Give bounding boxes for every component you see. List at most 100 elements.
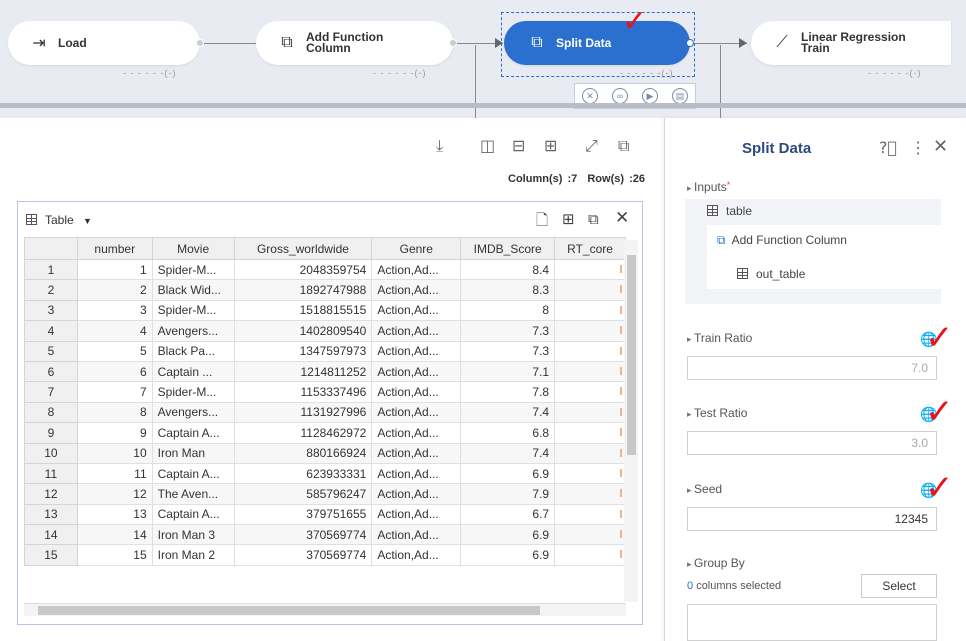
table-cell[interactable]: Spider-M... — [151, 381, 235, 403]
table-row[interactable]: 14 14 Iron Man 3 370569774 Action,Ad... 6.9 — [24, 524, 626, 546]
vertical-scrollbar[interactable] — [624, 240, 638, 602]
table-cell[interactable]: Avengers... — [151, 401, 235, 424]
table-cell[interactable]: 7.8 — [460, 381, 556, 403]
row-number[interactable]: 12 — [24, 483, 78, 505]
column-header[interactable] — [24, 237, 78, 260]
row-number[interactable]: 1 — [24, 258, 78, 281]
table-row[interactable]: 5 5 Black Pa... 1347597973 Action,Ad... 7.3 — [24, 340, 626, 362]
new-document-icon[interactable]: 🗋 — [536, 210, 548, 235]
table-cell[interactable]: 7.1 — [460, 360, 556, 383]
table-row[interactable]: 7 7 Spider-M... 1153337496 Action,Ad... 7.8 — [24, 381, 626, 403]
table-cell[interactable] — [554, 503, 626, 526]
pipeline-canvas[interactable]: ⇥ Load - - - - - -(-) ⧉ Add Function Colu… — [0, 0, 966, 118]
train-ratio-field[interactable]: 7.0 — [687, 356, 937, 380]
column-header[interactable]: Gross_worldwide — [233, 237, 373, 260]
table-cell[interactable]: 370569774 — [233, 524, 373, 546]
row-number[interactable]: 3 — [24, 299, 78, 322]
table-cell[interactable]: 379751655 — [233, 503, 373, 526]
table-cell[interactable]: 6.9 — [460, 544, 556, 566]
table-cell[interactable]: 1892747988 — [233, 279, 373, 301]
test-ratio-header[interactable]: Test Ratio — [687, 406, 747, 420]
table-cell[interactable]: Action,Ad... — [371, 462, 462, 485]
table-row[interactable]: 15 15 Iron Man 2 370569774 Action,Ad... 6.9 — [24, 544, 626, 566]
table-cell[interactable] — [554, 544, 626, 566]
table-cell[interactable]: 14 — [76, 524, 153, 546]
seed-header[interactable]: Seed — [687, 482, 722, 496]
table-cell[interactable]: Action,Ad... — [371, 258, 462, 281]
table-row[interactable]: 1 1 Spider-M... 2048359754 Action,Ad... 8.4 — [24, 258, 626, 281]
node-linear-regression-train[interactable]: ⟋ Linear Regression Train — [751, 21, 951, 65]
output-port[interactable] — [449, 39, 457, 47]
close-icon[interactable]: ✕ — [933, 136, 948, 157]
group-by-header[interactable]: Group By — [687, 556, 745, 570]
node-split-data[interactable]: ⧉ Split Data — [504, 21, 694, 65]
table-cell[interactable]: 1347597973 — [233, 340, 373, 362]
table-cell[interactable]: 2048359754 — [233, 258, 373, 281]
table-cell[interactable]: 8 — [460, 299, 556, 322]
table-cell[interactable]: Captain A... — [151, 462, 235, 485]
open-external-icon[interactable]: ⧉ — [618, 136, 629, 156]
table-cell[interactable]: Black Wid... — [151, 279, 235, 301]
table-cell[interactable]: Avengers... — [151, 320, 235, 342]
scroll-thumb[interactable] — [38, 606, 540, 615]
table-cell[interactable]: 2 — [76, 279, 153, 301]
table-cell[interactable]: Action,Ad... — [371, 422, 462, 444]
table-cell[interactable]: 370569774 — [233, 544, 373, 566]
link-icon[interactable]: ∞ — [612, 88, 628, 104]
cancel-icon[interactable]: ✕ — [582, 88, 598, 104]
table-cell[interactable]: Spider-M... — [151, 258, 235, 281]
table-cell[interactable]: Action,Ad... — [371, 503, 462, 526]
train-ratio-header[interactable]: Train Ratio — [687, 331, 752, 345]
columns-layout-icon[interactable]: ◫ — [480, 136, 495, 155]
horizontal-scrollbar[interactable] — [24, 603, 626, 616]
table-cell[interactable]: Action,Ad... — [371, 544, 462, 566]
table-cell[interactable]: Action,Ad... — [371, 320, 462, 342]
view-selector[interactable]: Table ▼ — [26, 213, 92, 227]
table-cell[interactable]: Action,Ad... — [371, 360, 462, 383]
copy-icon[interactable]: ⧉ — [588, 210, 599, 228]
table-cell[interactable]: Action,Ad... — [371, 483, 462, 505]
table-cell[interactable]: Action,Ad... — [371, 340, 462, 362]
table-cell[interactable]: 9 — [76, 422, 153, 444]
table-cell[interactable]: 15 — [76, 544, 153, 566]
row-number[interactable]: 9 — [24, 422, 78, 444]
table-cell[interactable] — [554, 381, 626, 403]
table-row[interactable]: 13 13 Captain A... 379751655 Action,Ad... 6.7 — [24, 503, 626, 526]
row-number[interactable]: 10 — [24, 442, 78, 464]
row-number[interactable]: 14 — [24, 524, 78, 546]
table-cell[interactable]: 1402809540 — [233, 320, 373, 342]
table-cell[interactable] — [554, 340, 626, 362]
table-cell[interactable] — [554, 524, 626, 546]
inputs-section-header[interactable]: Inputs* — [687, 180, 730, 194]
table-cell[interactable]: Action,Ad... — [371, 279, 462, 301]
column-header[interactable]: IMDB_Score — [460, 237, 556, 260]
table-cell[interactable]: 12 — [76, 483, 153, 505]
table-cell[interactable]: 1153337496 — [233, 381, 373, 403]
table-cell[interactable] — [554, 462, 626, 485]
table-cell[interactable]: Captain A... — [151, 422, 235, 444]
table-cell[interactable]: 7.9 — [460, 483, 556, 505]
table-cell[interactable]: 1518815515 — [233, 299, 373, 322]
help-icon[interactable]: ?⃝ — [879, 138, 897, 157]
table-cell[interactable]: 7.4 — [460, 442, 556, 464]
input-source-item[interactable]: ⧉ Add Function Column — [717, 233, 847, 248]
close-icon[interactable]: ✕ — [615, 208, 629, 228]
node-add-function-column[interactable]: ⧉ Add Function Column — [256, 21, 457, 65]
table-cell[interactable]: 6.7 — [460, 503, 556, 526]
download-icon[interactable]: ⤓ — [436, 136, 443, 156]
table-row[interactable]: 12 12 The Aven... 585796247 Action,Ad... 7.9 — [24, 483, 626, 505]
table-cell[interactable]: 623933331 — [233, 462, 373, 485]
table-settings-icon[interactable]: ⊞ — [562, 210, 575, 228]
table-cell[interactable]: 8.4 — [460, 258, 556, 281]
table-cell[interactable]: Action,Ad... — [371, 299, 462, 322]
table-cell[interactable]: Captain ... — [151, 360, 235, 383]
row-number[interactable]: 8 — [24, 401, 78, 424]
input-out-item[interactable]: out_table — [737, 267, 805, 281]
select-button[interactable]: Select — [861, 574, 937, 598]
group-by-list[interactable] — [687, 604, 937, 641]
table-cell[interactable]: 6.8 — [460, 422, 556, 444]
rows-layout-icon[interactable]: ⊟ — [512, 136, 525, 155]
seed-field[interactable]: 12345 — [687, 507, 937, 531]
column-header[interactable]: number — [76, 237, 153, 260]
table-cell[interactable]: 7.4 — [460, 401, 556, 424]
